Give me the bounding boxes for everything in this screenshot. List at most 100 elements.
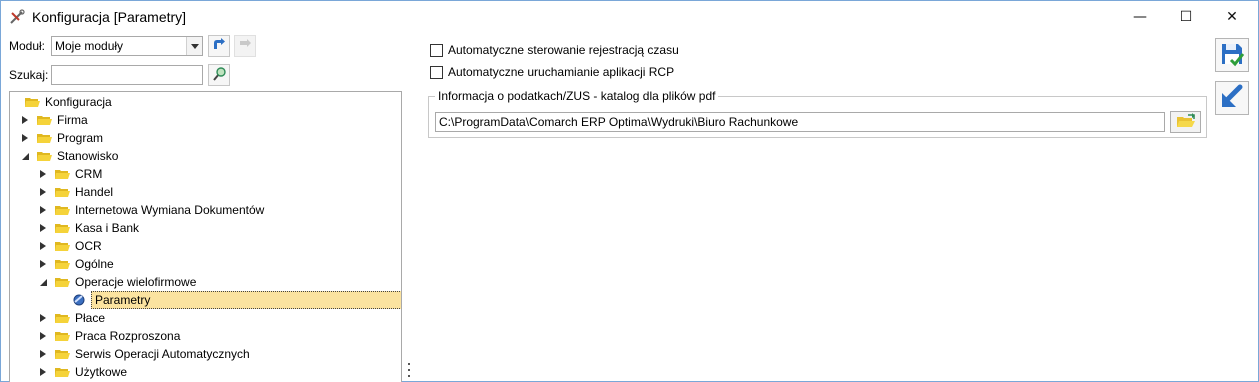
tree-item-label: Serwis Operacji Automatycznych bbox=[75, 347, 250, 361]
tree-item[interactable]: Ogólne bbox=[38, 255, 116, 273]
expand-tree-button[interactable] bbox=[208, 35, 230, 57]
undo-arrow-icon bbox=[1218, 83, 1246, 114]
tools-icon bbox=[9, 9, 25, 25]
auto-time-registration-checkbox[interactable] bbox=[430, 43, 443, 57]
tree-item[interactable]: Użytkowe bbox=[38, 363, 129, 381]
folder-icon bbox=[24, 95, 40, 109]
auto-rcp-launch-option[interactable]: Automatyczne uruchamianie aplikacji RCP bbox=[430, 64, 674, 80]
folder-icon bbox=[54, 257, 70, 271]
tree-item-label: Handel bbox=[75, 185, 114, 199]
tree-item-label: Płace bbox=[75, 311, 106, 325]
tree-item-label: Konfiguracja bbox=[45, 95, 112, 109]
panel-splitter[interactable] bbox=[407, 363, 411, 377]
tree-item[interactable]: Konfiguracja bbox=[14, 93, 114, 111]
folder-icon bbox=[54, 329, 70, 343]
chevron-right-icon[interactable] bbox=[38, 169, 48, 179]
tree-item[interactable]: CRM bbox=[38, 165, 104, 183]
chevron-right-icon[interactable] bbox=[20, 133, 30, 143]
folder-icon bbox=[54, 365, 70, 379]
search-input[interactable] bbox=[51, 65, 203, 85]
arrow-up-icon bbox=[211, 37, 227, 56]
tree-item-label: Firma bbox=[57, 113, 88, 127]
pdf-folder-path-value: C:\ProgramData\Comarch ERP Optima\Wydruk… bbox=[439, 115, 799, 129]
tree-item[interactable]: Firma bbox=[20, 111, 90, 129]
auto-time-registration-option[interactable]: Automatyczne sterowanie rejestracją czas… bbox=[430, 42, 679, 58]
auto-time-registration-label: Automatyczne sterowanie rejestracją czas… bbox=[448, 43, 679, 57]
folder-icon bbox=[54, 221, 70, 235]
maximize-button[interactable]: ☐ bbox=[1163, 1, 1209, 33]
save-icon bbox=[1218, 40, 1246, 71]
open-folder-icon bbox=[1176, 112, 1196, 132]
module-select-value: Moje moduły bbox=[55, 39, 124, 53]
chevron-expanded-icon[interactable] bbox=[20, 151, 30, 161]
tree-item[interactable]: Praca Rozproszona bbox=[38, 327, 182, 345]
auto-rcp-launch-checkbox[interactable] bbox=[430, 65, 443, 79]
tree-item[interactable]: Płace bbox=[38, 309, 107, 327]
magnifier-icon bbox=[211, 66, 227, 85]
folder-icon bbox=[54, 347, 70, 361]
cancel-button[interactable] bbox=[1215, 81, 1249, 115]
tree-item-label: Program bbox=[57, 131, 104, 145]
configuration-window: Konfiguracja [Parametry] — ☐ ✕ Moduł: Mo… bbox=[0, 0, 1259, 382]
tree-item[interactable]: Kasa i Bank bbox=[38, 219, 141, 237]
chevron-right-icon[interactable] bbox=[20, 115, 30, 125]
tree-item-label: Praca Rozproszona bbox=[75, 329, 181, 343]
tree-item-label: Użytkowe bbox=[75, 365, 128, 379]
chevron-right-icon[interactable] bbox=[38, 367, 48, 377]
folder-icon bbox=[36, 131, 52, 145]
chevron-right-icon[interactable] bbox=[38, 223, 48, 233]
folder-icon bbox=[54, 239, 70, 253]
tree-item-label: Ogólne bbox=[75, 257, 114, 271]
tree-item[interactable]: Stanowisko bbox=[20, 147, 120, 165]
folder-icon bbox=[54, 311, 70, 325]
folder-icon bbox=[54, 203, 70, 217]
tree-item-label: Kasa i Bank bbox=[75, 221, 140, 235]
folder-icon bbox=[54, 275, 70, 289]
chevron-right-icon[interactable] bbox=[38, 331, 48, 341]
chevron-down-icon[interactable] bbox=[186, 37, 202, 55]
browse-folder-button[interactable] bbox=[1170, 111, 1201, 133]
chevron-right-icon[interactable] bbox=[38, 187, 48, 197]
chevron-right-icon[interactable] bbox=[38, 349, 48, 359]
configuration-tree[interactable]: Konfiguracja Firma Program Stanowisko CRM Han… bbox=[9, 91, 402, 382]
tree-item-label: Internetowa Wymiana Dokumentów bbox=[75, 203, 265, 217]
search-label: Szukaj: bbox=[9, 68, 49, 82]
parameters-icon bbox=[72, 293, 88, 307]
auto-rcp-launch-label: Automatyczne uruchamianie aplikacji RCP bbox=[448, 65, 675, 79]
search-button[interactable] bbox=[208, 64, 230, 86]
chevron-expanded-icon[interactable] bbox=[38, 277, 48, 287]
pdf-folder-path-field[interactable]: C:\ProgramData\Comarch ERP Optima\Wydruk… bbox=[435, 112, 1165, 132]
arrow-down-icon bbox=[237, 37, 253, 56]
tree-item[interactable]: Program bbox=[20, 129, 105, 147]
close-button[interactable]: ✕ bbox=[1209, 1, 1255, 33]
tree-item[interactable]: Serwis Operacji Automatycznych bbox=[38, 345, 252, 363]
pdf-folder-group-title: Informacja o podatkach/ZUS - katalog dla… bbox=[435, 89, 719, 103]
tree-item[interactable]: Parametry bbox=[56, 291, 401, 309]
title-bar: Konfiguracja [Parametry] — ☐ ✕ bbox=[1, 1, 1258, 33]
collapse-tree-button[interactable] bbox=[234, 35, 256, 57]
tree-item-label: Stanowisko bbox=[57, 149, 119, 163]
save-button[interactable] bbox=[1215, 38, 1249, 72]
tree-item[interactable]: Handel bbox=[38, 183, 115, 201]
tree-item-label: Operacje wielofirmowe bbox=[75, 275, 197, 289]
module-label: Moduł: bbox=[9, 39, 46, 53]
tree-item-label: OCR bbox=[75, 239, 102, 253]
folder-icon bbox=[36, 113, 52, 127]
tree-item[interactable]: Internetowa Wymiana Dokumentów bbox=[38, 201, 266, 219]
minimize-button[interactable]: — bbox=[1117, 1, 1163, 33]
chevron-right-icon[interactable] bbox=[38, 313, 48, 323]
tree-item-label: Parametry bbox=[91, 291, 401, 309]
module-select[interactable]: Moje moduły bbox=[51, 36, 203, 56]
chevron-right-icon[interactable] bbox=[38, 241, 48, 251]
tree-item[interactable]: OCR bbox=[38, 237, 104, 255]
folder-icon bbox=[54, 167, 70, 181]
window-title: Konfiguracja [Parametry] bbox=[32, 9, 187, 25]
chevron-right-icon[interactable] bbox=[38, 205, 48, 215]
chevron-right-icon[interactable] bbox=[38, 259, 48, 269]
tree-item-label: CRM bbox=[75, 167, 103, 181]
tree-item[interactable]: Operacje wielofirmowe bbox=[38, 273, 198, 291]
folder-icon bbox=[54, 185, 70, 199]
folder-icon bbox=[36, 149, 52, 163]
